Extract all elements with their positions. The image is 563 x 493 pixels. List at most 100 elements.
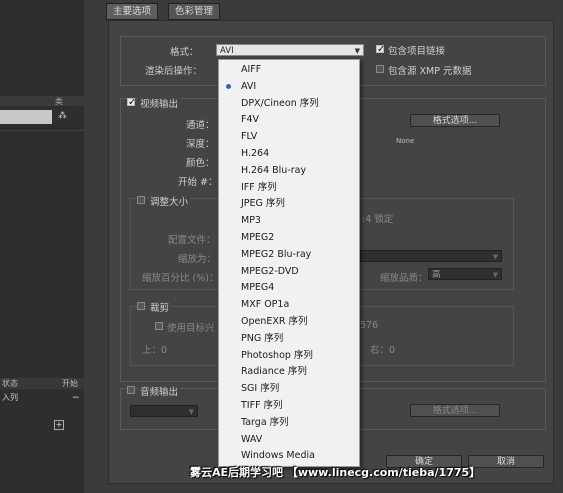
- format-option-label: WAV: [241, 433, 263, 445]
- crop-checkbox[interactable]: [137, 302, 145, 310]
- crop-top: 上：0: [142, 345, 168, 356]
- format-select[interactable]: AVI ▼: [216, 44, 364, 56]
- format-option[interactable]: FLV: [219, 129, 359, 145]
- link-project-checkbox[interactable]: ✓: [376, 44, 386, 55]
- type-header: 类: [55, 97, 63, 106]
- format-option-label: Photoshop 序列: [241, 349, 313, 361]
- use-roi-checkbox[interactable]: [155, 322, 163, 330]
- depth-label: 深度：: [186, 139, 215, 150]
- scale-quality-label: 缩放品质：: [380, 273, 428, 284]
- video-output-label: 视频输出: [138, 96, 181, 110]
- format-option[interactable]: Targa 序列: [219, 415, 359, 431]
- format-option[interactable]: MPEG4: [219, 280, 359, 296]
- scale-label: 缩放为：: [178, 254, 217, 265]
- format-option[interactable]: IFF 序列: [219, 180, 359, 196]
- plus-icon[interactable]: +: [54, 420, 64, 430]
- scale-select[interactable]: ▼: [360, 250, 502, 262]
- resize-checkbox[interactable]: [137, 196, 145, 204]
- resize-label: 调整大小: [148, 194, 191, 208]
- format-option-label: AIFF: [241, 64, 262, 75]
- chevron-down-icon: ▼: [492, 271, 498, 279]
- format-option-label: MPEG2 Blu-ray: [241, 248, 312, 260]
- status-header: 状态: [2, 379, 18, 388]
- panel-header: 类: [0, 96, 84, 106]
- preset-label: 配置文件：: [168, 235, 216, 246]
- format-option-label: MPEG2-DVD: [241, 265, 299, 277]
- channels-label: 通道：: [186, 120, 215, 131]
- format-option[interactable]: AIFF: [219, 62, 359, 78]
- format-option-label: MPEG2: [241, 232, 275, 243]
- format-option-label: JPEG 序列: [241, 198, 285, 210]
- format-option[interactable]: DPX/Cineon 序列: [219, 96, 359, 112]
- format-option[interactable]: PNG 序列: [219, 331, 359, 347]
- minus-icon[interactable]: −: [72, 393, 80, 403]
- watermark-text: 雾云AE后期学习吧 【www.linecg.com/tieba/1775】: [190, 466, 481, 479]
- format-option-label: H.264 Blu-ray: [241, 164, 307, 176]
- format-option-label: FLV: [241, 131, 258, 143]
- format-option[interactable]: MP3: [219, 213, 359, 229]
- start-header: 开始: [62, 379, 78, 388]
- scale-quality-value: 高: [432, 270, 441, 280]
- format-option[interactable]: Radiance 序列: [219, 364, 359, 380]
- format-option[interactable]: MPEG2 Blu-ray: [219, 247, 359, 263]
- scale-quality-select[interactable]: 高 ▼: [428, 268, 502, 280]
- audio-output-checkbox[interactable]: [127, 386, 135, 394]
- format-option[interactable]: WAV: [219, 432, 359, 448]
- roi-value: 576: [360, 320, 379, 331]
- format-option-label: TIFF 序列: [241, 400, 283, 411]
- selected-row[interactable]: [0, 110, 52, 124]
- format-option-label: Targa 序列: [241, 416, 289, 428]
- format-option[interactable]: F4V: [219, 112, 359, 128]
- hierarchy-icon: ⁂: [58, 111, 67, 121]
- format-option-label: MP3: [241, 215, 261, 227]
- include-xmp-label: 包含源 XMP 元数据: [388, 66, 472, 77]
- audio-format-select[interactable]: ▼: [130, 405, 198, 417]
- format-option[interactable]: SGI 序列: [219, 381, 359, 397]
- format-option[interactable]: AVI: [219, 79, 359, 95]
- format-option[interactable]: H.264: [219, 146, 359, 162]
- format-option[interactable]: Windows Media: [219, 448, 359, 464]
- resize-lock-text: :4 锁定: [362, 214, 394, 225]
- link-project-label: 包含项目链接: [388, 46, 446, 57]
- format-dropdown-list: AIFF AVI DPX/Cineon 序列 F4V FLV H.264 H.264 Blu…: [218, 59, 360, 467]
- use-roi-label: 使用目标兴: [167, 323, 215, 334]
- chevron-down-icon: ▼: [354, 47, 360, 55]
- format-option-label: Windows Media: [241, 450, 315, 462]
- format-option-label: MXF OP1a: [241, 299, 290, 311]
- format-option[interactable]: TIFF 序列: [219, 398, 359, 414]
- format-option[interactable]: JPEG 序列: [219, 196, 359, 212]
- format-option-label: Radiance 序列: [241, 366, 307, 378]
- chevron-down-icon: ▼: [188, 408, 194, 416]
- format-option[interactable]: MPEG2: [219, 230, 359, 246]
- checkmark-icon: ✓: [377, 44, 386, 55]
- crop-right: 右：0: [370, 345, 396, 356]
- format-select-value: AVI: [220, 46, 234, 56]
- queue-row-label: 入列: [2, 393, 18, 402]
- left-panel: 类 ⁂ 状态 开始 入列 − +: [0, 0, 84, 493]
- video-format-options-button[interactable]: 格式选项...: [410, 114, 500, 127]
- format-option[interactable]: Photoshop 序列: [219, 348, 359, 364]
- format-option-label: SGI 序列: [241, 383, 280, 395]
- format-option[interactable]: MPEG2-DVD: [219, 264, 359, 280]
- format-option[interactable]: OpenEXR 序列: [219, 314, 359, 330]
- format-option[interactable]: MXF OP1a: [219, 297, 359, 313]
- crop-label: 裁剪: [148, 300, 172, 314]
- format-option-label: MPEG4: [241, 282, 275, 294]
- tab-main-options[interactable]: 主要选项: [106, 3, 159, 20]
- format-option-label: IFF 序列: [241, 181, 277, 193]
- tab-color-management[interactable]: 色彩管理: [168, 3, 221, 20]
- color-label: 颜色：: [186, 158, 215, 169]
- include-xmp-checkbox[interactable]: [376, 65, 384, 73]
- chevron-down-icon: ▼: [492, 253, 498, 261]
- video-output-checkbox[interactable]: ✓: [127, 98, 136, 108]
- format-option-label: AVI: [241, 80, 257, 92]
- scale-percent-label: 缩放百分比 (%)：: [142, 273, 219, 284]
- start-frame-label: 开始 #：: [178, 177, 218, 188]
- format-option-label: PNG 序列: [241, 332, 284, 344]
- post-render-label: 渲染后操作：: [145, 66, 203, 77]
- format-option-label: F4V: [241, 114, 260, 126]
- format-option[interactable]: H.264 Blu-ray: [219, 163, 359, 179]
- audio-format-options-button[interactable]: 格式选项...: [410, 404, 500, 417]
- format-option-label: H.264: [241, 148, 270, 159]
- audio-output-label: 音频输出: [138, 384, 181, 398]
